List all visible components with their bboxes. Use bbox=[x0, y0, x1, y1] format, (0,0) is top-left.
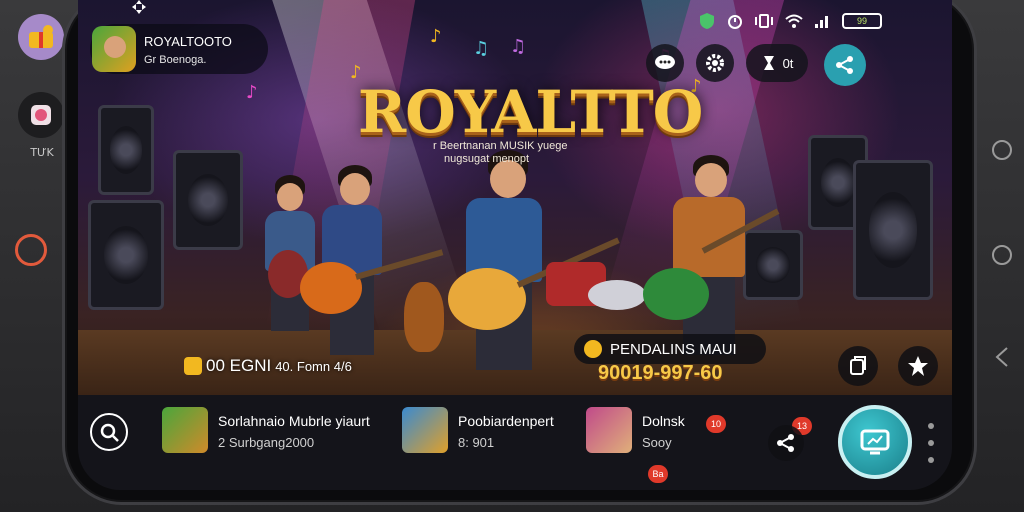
game-title: ROYALTTO bbox=[358, 78, 703, 146]
screenshot-root: TƯK ♪ ♫ ♫ ♪ ♪ ♪ ROYALTTO r Beertnanan MU… bbox=[0, 0, 1024, 512]
music-note-icon: ♫ bbox=[510, 36, 527, 57]
recent-circle-icon[interactable] bbox=[992, 245, 1012, 265]
head bbox=[490, 160, 526, 198]
phone-screen: ♪ ♫ ♫ ♪ ♪ ♫ ♪ bbox=[78, 0, 952, 490]
battery-indicator: 99 bbox=[842, 13, 882, 29]
card-sub: 2 Surbgang2000 bbox=[218, 435, 315, 450]
gear-icon bbox=[706, 54, 724, 72]
card-sub: Sooy bbox=[642, 435, 672, 450]
pin-icon bbox=[763, 56, 774, 70]
chat-button[interactable] bbox=[646, 44, 684, 82]
card-title: Poobiardenpert bbox=[458, 413, 554, 429]
dot bbox=[928, 440, 934, 446]
status-bar: 99 bbox=[698, 10, 882, 32]
copy-button[interactable] bbox=[838, 346, 878, 386]
pending-label: PENDALINS MAUI bbox=[610, 340, 737, 358]
head bbox=[340, 173, 370, 205]
head bbox=[695, 163, 727, 197]
gift-glyph bbox=[29, 25, 53, 48]
notification-badge: 10 bbox=[706, 415, 726, 433]
musician-2 bbox=[306, 165, 396, 355]
list-item[interactable]: Dolnsk Sooy bbox=[586, 407, 726, 457]
card-thumbnail bbox=[586, 407, 632, 453]
star-icon bbox=[908, 356, 928, 376]
favorite-button[interactable] bbox=[898, 346, 938, 386]
settings-button[interactable] bbox=[696, 44, 734, 82]
vibrate-icon bbox=[755, 14, 773, 28]
list-item[interactable]: Sorlahnaio Mubrle yiaurt 2 Surbgang2000 bbox=[162, 407, 402, 457]
move-icon bbox=[132, 0, 146, 14]
profile-sub: Gr Boenoga. bbox=[144, 54, 207, 66]
scan-button[interactable] bbox=[90, 413, 128, 451]
chat-icon bbox=[655, 55, 675, 69]
cast-button[interactable] bbox=[838, 405, 912, 479]
game-subtitle-2: nugsugat menopt bbox=[444, 153, 530, 165]
shield-icon bbox=[700, 13, 714, 29]
dot bbox=[928, 457, 934, 463]
speaker bbox=[853, 160, 933, 300]
music-note-icon: ♪ bbox=[246, 82, 258, 103]
signal-icon bbox=[815, 16, 828, 28]
speaker bbox=[88, 200, 164, 310]
game-glyph bbox=[31, 105, 51, 125]
notification-badge: Ba bbox=[648, 465, 668, 483]
back-icon[interactable] bbox=[994, 346, 1010, 368]
speaker bbox=[173, 150, 243, 250]
home-circle-icon[interactable] bbox=[992, 140, 1012, 160]
coin-icon bbox=[184, 357, 202, 375]
music-note-icon: ♫ bbox=[473, 38, 490, 59]
avatar bbox=[92, 26, 136, 72]
profile-chip[interactable]: ROYALTOOTO Gr Boenoga. bbox=[90, 24, 268, 74]
more-vertical-icon[interactable] bbox=[928, 423, 934, 463]
dot bbox=[928, 423, 934, 429]
pending-icon bbox=[584, 340, 602, 358]
pending-panel[interactable]: PENDALINS MAUI bbox=[574, 334, 766, 364]
share-button[interactable] bbox=[824, 44, 866, 86]
musician-4 bbox=[653, 155, 763, 355]
share-icon bbox=[836, 56, 853, 74]
gift-app-icon[interactable] bbox=[18, 14, 64, 60]
game-subtitle: r Beertnanan MUSIK yuege bbox=[433, 140, 568, 152]
record-icon[interactable] bbox=[15, 234, 47, 266]
card-thumbnail bbox=[162, 407, 208, 453]
profile-name: ROYALTOOTO bbox=[144, 34, 232, 49]
guitar bbox=[643, 268, 709, 320]
card-title: Sorlahnaio Mubrle yiaurt bbox=[218, 413, 370, 429]
guitar bbox=[448, 268, 526, 330]
card-sub: 8: 901 bbox=[458, 435, 495, 450]
scan-icon bbox=[100, 423, 119, 442]
card-title: Dolnsk bbox=[642, 413, 685, 429]
music-note-icon: ♪ bbox=[430, 26, 442, 47]
speaker bbox=[98, 105, 154, 195]
top-pill-label: 0t bbox=[782, 55, 794, 71]
mini-share-button[interactable] bbox=[768, 425, 804, 461]
bottom-bar: Sorlahnaio Mubrle yiaurt 2 Surbgang2000 … bbox=[78, 395, 952, 490]
share-icon bbox=[777, 434, 794, 452]
wifi-icon bbox=[785, 14, 803, 28]
alarm-icon bbox=[728, 15, 742, 29]
acoustic-guitar bbox=[404, 282, 444, 352]
side-caption: TƯK bbox=[30, 146, 54, 159]
copy-icon bbox=[850, 356, 866, 375]
coins-value: 00 EGNI bbox=[206, 356, 272, 375]
musician-3 bbox=[448, 150, 558, 370]
cast-icon bbox=[860, 429, 890, 455]
list-item[interactable]: Poobiardenpert 8: 901 bbox=[402, 407, 582, 457]
card-thumbnail bbox=[402, 407, 448, 453]
pending-value: 90019-997-60 bbox=[598, 362, 723, 384]
drum bbox=[588, 280, 646, 310]
guitar bbox=[300, 262, 362, 314]
game-scene: ♪ ♫ ♫ ♪ ♪ ♫ ♪ bbox=[78, 0, 952, 395]
coins-detail: 40. Fomn 4/6 bbox=[275, 358, 352, 374]
game-app-icon[interactable] bbox=[18, 92, 64, 138]
top-pill-button[interactable]: 0t bbox=[746, 44, 808, 82]
coins-label: 00 EGNI 40. Fomn 4/6 bbox=[184, 356, 352, 376]
head bbox=[277, 183, 303, 211]
